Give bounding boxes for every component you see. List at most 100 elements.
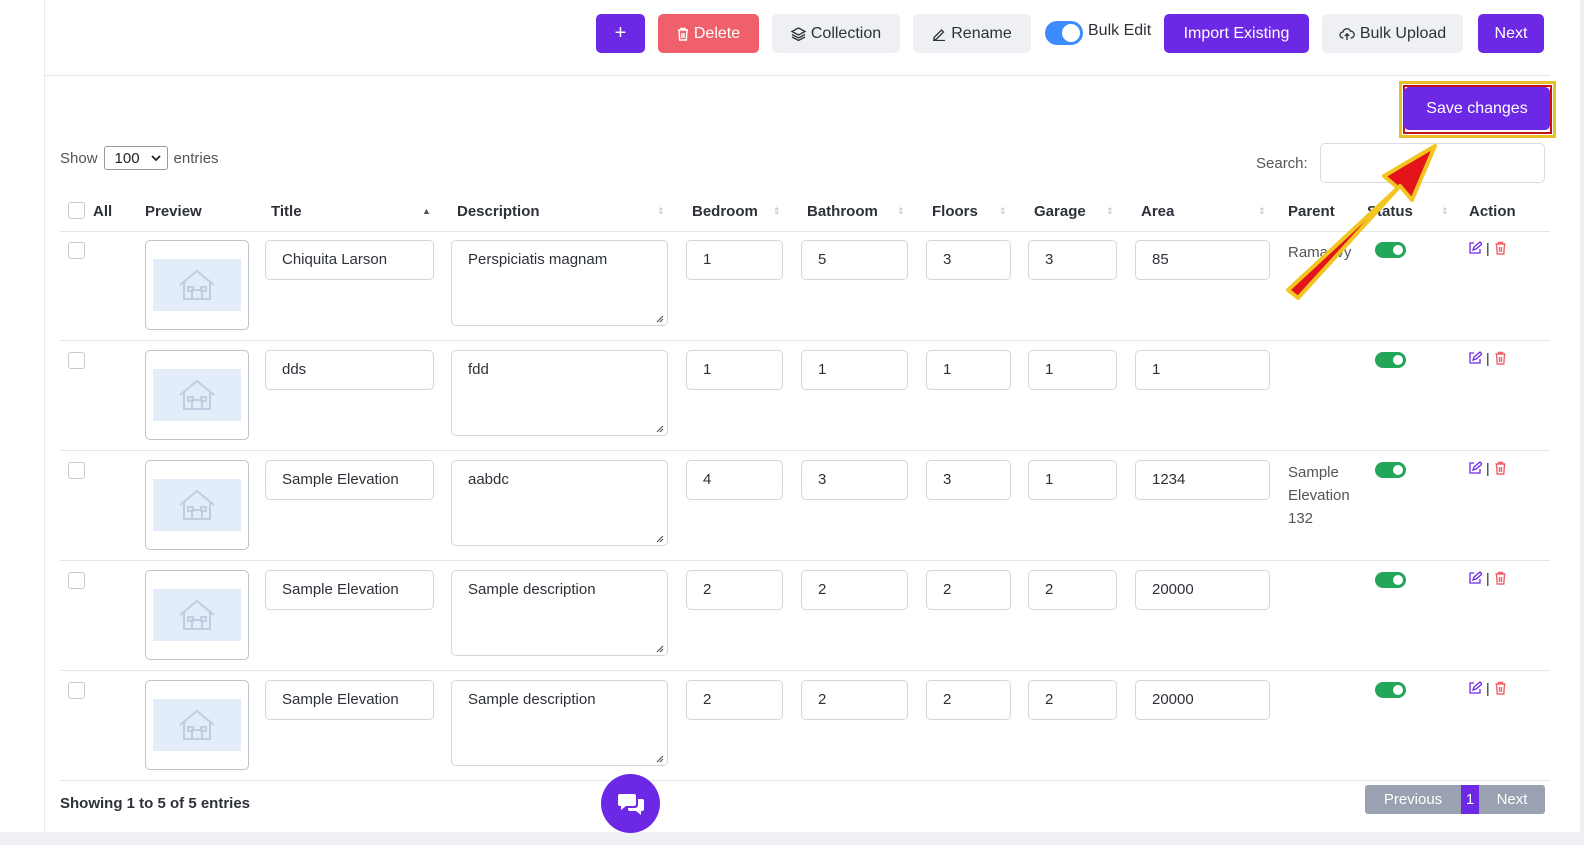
description-textarea[interactable]: aabdc: [451, 460, 668, 546]
collection-label: Collection: [810, 24, 882, 42]
bulk-upload-label: Bulk Upload: [1359, 24, 1447, 42]
resize-grip-icon[interactable]: [654, 753, 664, 763]
bathroom-input[interactable]: 1: [801, 350, 908, 390]
action-separator: |: [1486, 460, 1490, 476]
preview-thumbnail[interactable]: [145, 350, 249, 440]
status-toggle[interactable]: [1375, 352, 1406, 368]
bulk-upload-button[interactable]: Bulk Upload: [1322, 14, 1463, 53]
area-input[interactable]: 20000: [1135, 680, 1270, 720]
resize-grip-icon[interactable]: [654, 643, 664, 653]
floors-input[interactable]: 1: [926, 350, 1011, 390]
row-checkbox[interactable]: [68, 462, 85, 479]
status-toggle[interactable]: [1375, 572, 1406, 588]
pagination-page-1[interactable]: 1: [1461, 785, 1479, 814]
rename-button[interactable]: Rename: [913, 14, 1031, 53]
resize-grip-icon[interactable]: [654, 313, 664, 323]
chat-button[interactable]: [601, 774, 660, 833]
row-divider: [60, 340, 1550, 341]
column-header-floors[interactable]: Floors: [932, 203, 978, 220]
trash-icon[interactable]: [1494, 241, 1507, 255]
pagination-previous[interactable]: Previous: [1365, 785, 1461, 814]
bathroom-input[interactable]: 3: [801, 460, 908, 500]
sort-icon: ⇕: [657, 206, 665, 216]
area-input[interactable]: 1: [1135, 350, 1270, 390]
garage-input[interactable]: 2: [1028, 570, 1117, 610]
floors-input[interactable]: 2: [926, 680, 1011, 720]
pagination-next[interactable]: Next: [1479, 785, 1545, 814]
row-actions: |: [1468, 350, 1507, 366]
column-header-bedroom[interactable]: Bedroom: [692, 203, 758, 220]
edit-icon[interactable]: [1468, 241, 1482, 255]
trash-icon[interactable]: [1494, 571, 1507, 585]
title-input[interactable]: Sample Elevation: [265, 460, 434, 500]
status-toggle[interactable]: [1375, 462, 1406, 478]
garage-input[interactable]: 1: [1028, 350, 1117, 390]
resize-grip-icon[interactable]: [654, 423, 664, 433]
preview-thumbnail[interactable]: [145, 240, 249, 330]
import-existing-button[interactable]: Import Existing: [1164, 14, 1309, 53]
bulk-edit-toggle[interactable]: [1045, 21, 1083, 45]
page-bottom: [0, 832, 1584, 845]
status-toggle[interactable]: [1375, 682, 1406, 698]
title-input[interactable]: Sample Elevation: [265, 680, 434, 720]
entries-select[interactable]: 100: [103, 146, 168, 170]
column-header-area[interactable]: Area: [1141, 203, 1174, 220]
preview-thumbnail[interactable]: [145, 570, 249, 660]
edit-icon[interactable]: [1468, 681, 1482, 695]
area-input[interactable]: 85: [1135, 240, 1270, 280]
preview-thumbnail[interactable]: [145, 680, 249, 770]
bedroom-input[interactable]: 1: [686, 240, 783, 280]
house-icon: [179, 709, 215, 740]
row-checkbox[interactable]: [68, 352, 85, 369]
area-input[interactable]: 20000: [1135, 570, 1270, 610]
bathroom-input[interactable]: 2: [801, 570, 908, 610]
description-text: Sample description: [468, 691, 596, 708]
column-header-description[interactable]: Description: [457, 203, 540, 220]
description-textarea[interactable]: fdd: [451, 350, 668, 436]
trash-icon[interactable]: [1494, 461, 1507, 475]
description-textarea[interactable]: Sample description: [451, 570, 668, 656]
sort-icon: ⇕: [1258, 206, 1266, 216]
row-checkbox[interactable]: [68, 572, 85, 589]
house-icon: [179, 599, 215, 630]
delete-button[interactable]: Delete: [658, 14, 759, 53]
column-header-garage[interactable]: Garage: [1034, 203, 1086, 220]
floors-input[interactable]: 3: [926, 460, 1011, 500]
column-header-bathroom[interactable]: Bathroom: [807, 203, 878, 220]
trash-icon[interactable]: [1494, 351, 1507, 365]
garage-input[interactable]: 1: [1028, 460, 1117, 500]
resize-grip-icon[interactable]: [654, 533, 664, 543]
next-button[interactable]: Next: [1478, 14, 1544, 53]
bathroom-input[interactable]: 2: [801, 680, 908, 720]
bedroom-input[interactable]: 2: [686, 680, 783, 720]
add-button[interactable]: +: [596, 14, 645, 53]
description-textarea[interactable]: Sample description: [451, 680, 668, 766]
row-checkbox[interactable]: [68, 242, 85, 259]
bedroom-input[interactable]: 4: [686, 460, 783, 500]
title-input[interactable]: Chiquita Larson: [265, 240, 434, 280]
bedroom-input[interactable]: 2: [686, 570, 783, 610]
description-textarea[interactable]: Perspiciatis magnam: [451, 240, 668, 326]
title-input[interactable]: dds: [265, 350, 434, 390]
bathroom-input[interactable]: 5: [801, 240, 908, 280]
floors-input[interactable]: 3: [926, 240, 1011, 280]
floors-input[interactable]: 2: [926, 570, 1011, 610]
garage-input[interactable]: 3: [1028, 240, 1117, 280]
save-changes-button[interactable]: Save changes: [1404, 87, 1550, 130]
edit-icon[interactable]: [1468, 461, 1482, 475]
bedroom-input[interactable]: 1: [686, 350, 783, 390]
edit-icon[interactable]: [1468, 351, 1482, 365]
collection-button[interactable]: Collection: [772, 14, 900, 53]
column-header-title[interactable]: Title: [271, 203, 302, 220]
title-input[interactable]: Sample Elevation: [265, 570, 434, 610]
placeholder-image: [153, 479, 241, 531]
edit-icon[interactable]: [1468, 571, 1482, 585]
next-label: Next: [1494, 24, 1528, 42]
select-all-checkbox[interactable]: [68, 202, 85, 219]
parent-text: Sample Elevation 132: [1288, 464, 1350, 527]
row-checkbox[interactable]: [68, 682, 85, 699]
trash-icon[interactable]: [1494, 681, 1507, 695]
garage-input[interactable]: 2: [1028, 680, 1117, 720]
preview-thumbnail[interactable]: [145, 460, 249, 550]
area-input[interactable]: 1234: [1135, 460, 1270, 500]
